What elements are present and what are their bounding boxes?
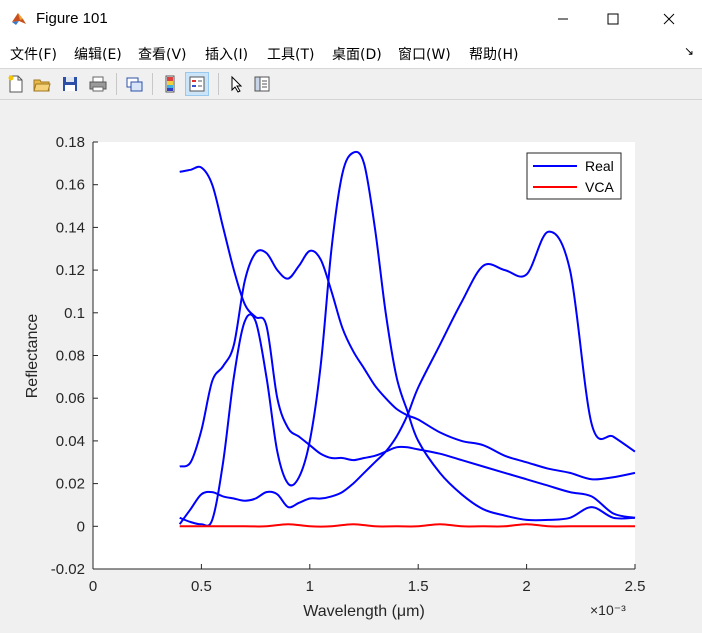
y-tick-label: 0.14 xyxy=(56,219,85,236)
toolbar-separator xyxy=(152,73,153,95)
menu-edit[interactable]: 编辑(E) xyxy=(74,44,122,64)
y-axis-label: Reflectance xyxy=(24,314,41,399)
close-button[interactable] xyxy=(646,0,692,38)
y-tick-label: 0.04 xyxy=(56,433,85,450)
menu-help[interactable]: 帮助(H) xyxy=(469,44,518,64)
menu-window[interactable]: 窗口(W) xyxy=(398,44,451,64)
property-inspector-button[interactable] xyxy=(250,72,274,96)
link-plot-icon xyxy=(126,77,143,92)
link-plot-button[interactable] xyxy=(122,72,146,96)
insert-colorbar-button[interactable] xyxy=(158,72,182,96)
y-tick-label: 0.06 xyxy=(56,390,85,407)
x-tick-label: 2.5 xyxy=(625,578,646,595)
y-tick-label: 0.12 xyxy=(56,262,85,279)
x-tick-label: 2 xyxy=(522,578,530,595)
maximize-button[interactable] xyxy=(590,0,636,38)
minimize-button[interactable] xyxy=(540,0,586,38)
y-tick-label: 0.08 xyxy=(56,348,85,365)
legend-label: VCA xyxy=(585,179,614,195)
menu-desktop[interactable]: 桌面(D) xyxy=(332,44,382,64)
figure-toolbar xyxy=(0,69,702,100)
y-tick-label: 0.16 xyxy=(56,177,85,194)
reflectance-chart[interactable]: 0 0.5 1 1.5 2 2.5-0.0200.020.040.060.080.10.1… xyxy=(0,100,702,628)
matlab-logo-icon xyxy=(12,13,26,25)
y-tick-label: 0 xyxy=(77,518,85,535)
figure-canvas: 0 0.5 1 1.5 2 2.5 -0.02 0 0.02 0.04 0.06 0.08 0.1 0.1… xyxy=(0,100,702,628)
title-bar: Figure 101 xyxy=(0,0,702,38)
toolbar-separator xyxy=(218,73,219,95)
x-axis-label: Wavelength (μm) xyxy=(303,603,425,620)
y-tick-label: 0.02 xyxy=(56,476,85,493)
minimize-icon xyxy=(558,18,568,20)
legend[interactable]: Real VCA xyxy=(526,152,622,200)
y-tick-label: 0.1 xyxy=(64,305,85,322)
open-file-icon xyxy=(33,79,51,92)
y-tick-label: 0.18 xyxy=(56,134,85,151)
x-tick-label: 0.5 xyxy=(191,578,212,595)
insert-legend-button[interactable] xyxy=(185,72,209,96)
save-button[interactable] xyxy=(58,72,82,96)
maximize-icon xyxy=(607,13,619,25)
insert-colorbar-icon xyxy=(165,75,175,93)
y-tick-label: -0.02 xyxy=(51,561,85,578)
menu-view[interactable]: 查看(V) xyxy=(138,44,187,64)
menu-tools[interactable]: 工具(T) xyxy=(267,44,314,64)
dock-figure-icon[interactable]: ↘ xyxy=(684,44,694,58)
toolbar-separator xyxy=(116,73,117,95)
close-icon xyxy=(663,13,675,25)
edit-plot-button[interactable] xyxy=(224,72,248,96)
save-icon xyxy=(63,77,77,91)
menu-file[interactable]: 文件(F) xyxy=(10,44,57,64)
new-figure-button[interactable] xyxy=(4,72,28,96)
print-button[interactable] xyxy=(86,72,110,96)
axes-background xyxy=(93,142,635,569)
legend-label: Real xyxy=(585,158,614,174)
menu-bar: 文件(F) 编辑(E) 查看(V) 插入(I) 工具(T) 桌面(D) 窗口(W… xyxy=(0,38,702,69)
print-icon xyxy=(89,76,107,92)
open-file-button[interactable] xyxy=(30,72,54,96)
x-axis-exponent: ×10⁻³ xyxy=(590,602,626,618)
x-tick-label: 1 xyxy=(306,578,314,595)
menu-insert[interactable]: 插入(I) xyxy=(205,44,248,64)
window-title: Figure 101 xyxy=(36,10,108,27)
figure-window: Figure 101 文件(F) 编辑(E) 查看(V) 插入(I) 工具(T)… xyxy=(0,0,702,628)
property-inspector-icon xyxy=(254,76,270,92)
x-tick-label: 0 xyxy=(89,578,97,595)
x-tick-label: 1.5 xyxy=(408,578,429,595)
insert-legend-icon xyxy=(189,76,205,92)
edit-plot-icon xyxy=(231,75,243,93)
new-figure-icon xyxy=(8,75,23,93)
